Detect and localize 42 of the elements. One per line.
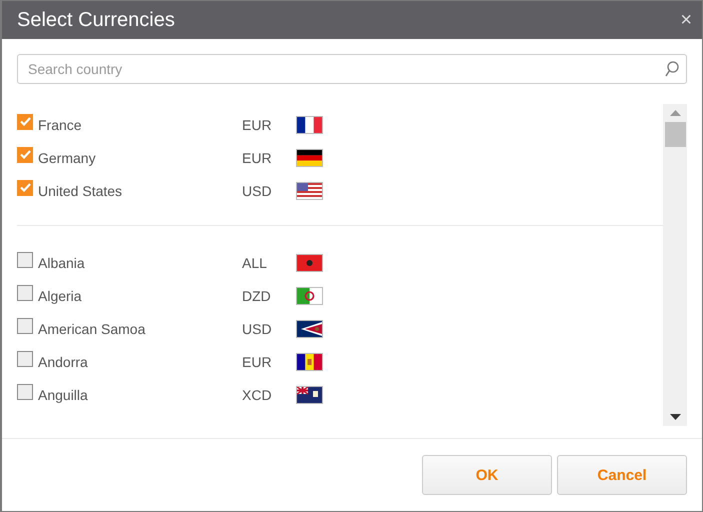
flag-icon [296, 148, 323, 166]
flag-icon [296, 254, 323, 272]
country-name: Anguilla [38, 386, 89, 402]
currency-code: EUR [242, 354, 273, 370]
country-name: Germany [38, 150, 97, 166]
search-icon [665, 61, 679, 77]
checkbox[interactable] [17, 114, 33, 130]
flag-icon [296, 352, 323, 370]
flag-icon [296, 386, 323, 404]
country-name: United States [38, 182, 124, 198]
country-name: France [38, 116, 83, 132]
scroll-thumb[interactable] [664, 122, 686, 147]
scrollbar[interactable] [663, 104, 687, 426]
flag-icon [296, 286, 323, 304]
checkbox[interactable] [17, 180, 33, 196]
country-name: Algeria [38, 288, 83, 304]
country-name: Albania [38, 254, 86, 270]
currency-code: USD [242, 320, 273, 336]
country-name: Andorra [38, 354, 89, 370]
checkbox[interactable] [17, 284, 33, 300]
checkbox[interactable] [17, 252, 33, 268]
flag-icon [296, 116, 323, 134]
flag-icon [296, 182, 323, 200]
ok-button[interactable]: OK [422, 455, 552, 495]
search-field[interactable]: Search country [17, 54, 687, 84]
currency-code: ALL [242, 254, 268, 270]
flag-icon [296, 320, 323, 338]
country-name: American Samoa [38, 320, 146, 336]
scroll-down-icon[interactable] [670, 414, 680, 420]
checkbox[interactable] [17, 384, 33, 400]
checkbox[interactable] [17, 318, 33, 334]
currency-code: EUR [242, 116, 273, 132]
currency-code: EUR [242, 150, 273, 166]
currency-code: USD [242, 182, 273, 198]
window-title: Select Currencies [17, 8, 175, 32]
checkbox[interactable] [17, 350, 33, 366]
currency-code: XCD [242, 386, 273, 402]
currency-code: DZD [242, 288, 272, 304]
checkbox[interactable] [17, 146, 33, 162]
cancel-button[interactable]: Cancel [557, 455, 687, 495]
close-button[interactable]: × [680, 8, 692, 32]
scroll-up-icon[interactable] [670, 110, 680, 116]
